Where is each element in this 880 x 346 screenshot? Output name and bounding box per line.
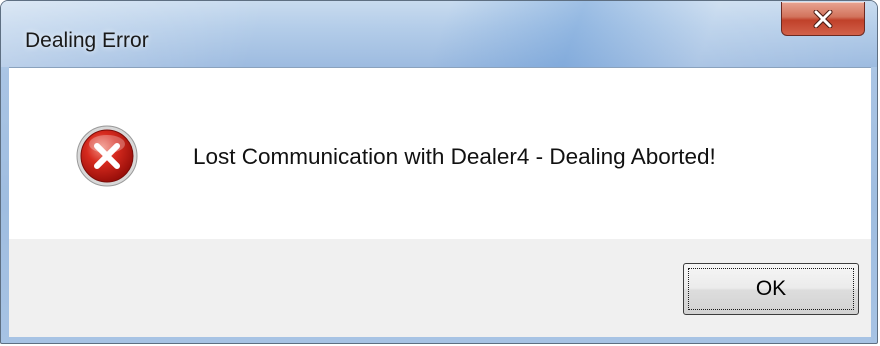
error-message: Lost Communication with Dealer4 - Dealin… (193, 144, 716, 169)
ok-button-label: OK (688, 268, 854, 310)
window-title: Dealing Error (25, 29, 149, 52)
ok-button[interactable]: OK (683, 263, 859, 315)
title-bar[interactable]: Dealing Error (1, 1, 877, 67)
message-area: Lost Communication with Dealer4 - Dealin… (9, 67, 871, 239)
error-icon (75, 124, 139, 188)
close-button[interactable] (781, 2, 865, 36)
button-area: OK (9, 239, 871, 337)
close-icon (812, 9, 834, 28)
dialog-window: Dealing Error Lost Communication with De… (0, 0, 878, 344)
